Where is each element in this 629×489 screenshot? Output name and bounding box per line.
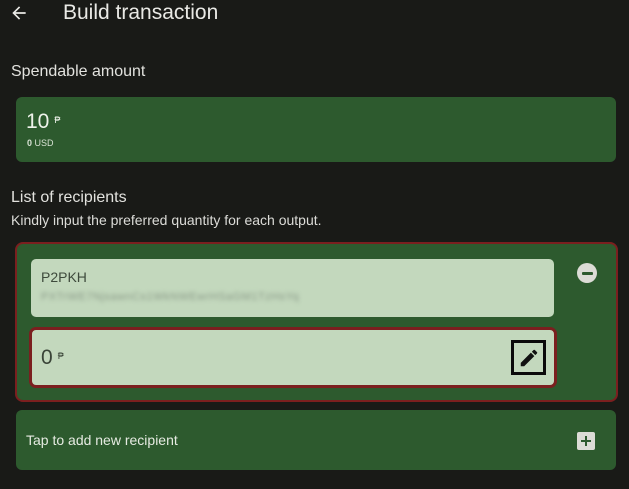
arrow-left-icon <box>12 6 26 20</box>
page-title: Build transaction <box>63 1 219 24</box>
fiat-currency: USD <box>34 138 54 148</box>
fiat-value: 0 USD <box>27 138 54 148</box>
plus-glyph <box>581 436 591 446</box>
recipients-subtitle: Kindly input the preferred quantity for … <box>11 212 322 228</box>
plus-square-icon <box>577 432 595 450</box>
address-type: P2PKH <box>41 269 87 285</box>
app-bar: Build transaction <box>0 0 629 32</box>
recipient-item: P2PKH PXTrWE7NjsawnCs1WkNWEwrHSaGM1TzHsY… <box>15 242 618 402</box>
recipients-title: List of recipients <box>11 189 127 206</box>
recipient-address-card[interactable]: P2PKH PXTrWE7NjsawnCs1WkNWEwrHSaGM1TzHsY… <box>31 259 554 317</box>
currency-unit: ₱ <box>54 115 61 125</box>
amount-number: 0 <box>41 346 53 369</box>
add-recipient-label: Tap to add new recipient <box>26 432 178 448</box>
spendable-amount-label: Spendable amount <box>11 63 146 80</box>
fiat-amount: 0 <box>27 138 33 148</box>
spendable-amount-card: 10 ₱ 0 USD <box>16 97 616 162</box>
pencil-icon <box>520 349 537 366</box>
amount-value: 0 ₱ <box>41 346 64 370</box>
spendable-amount-value: 10 ₱ <box>26 110 60 134</box>
minus-circle-icon <box>581 271 593 275</box>
spendable-amount-number: 10 <box>26 110 50 133</box>
amount-unit: ₱ <box>57 351 64 361</box>
amount-field[interactable]: 0 ₱ <box>29 327 557 388</box>
recipient-address: PXTrWE7NjsawnCs1WkNWEwrHSaGM1TzHsYq <box>41 291 300 303</box>
remove-recipient-button[interactable] <box>577 263 597 283</box>
back-button[interactable] <box>6 0 32 26</box>
edit-amount-button[interactable] <box>511 340 546 375</box>
add-recipient-button[interactable]: Tap to add new recipient <box>16 410 616 470</box>
